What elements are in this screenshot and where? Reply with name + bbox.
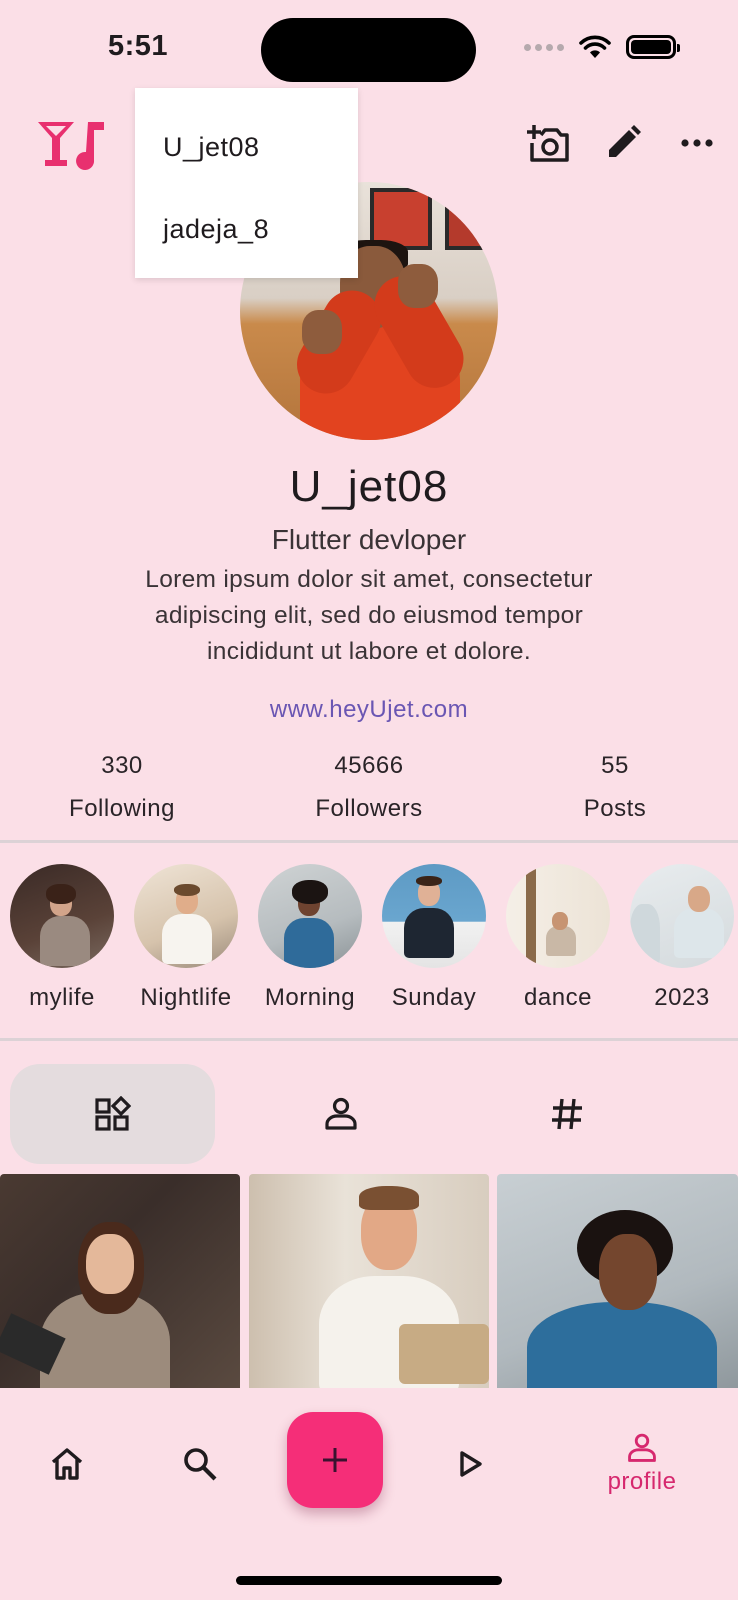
- home-icon: [51, 1448, 83, 1480]
- profile-title: Flutter devloper: [271, 524, 467, 555]
- person-tag-icon: [324, 1097, 357, 1130]
- account-option[interactable]: U_jet08: [135, 106, 358, 188]
- tab-hashtags[interactable]: [464, 1064, 669, 1164]
- highlight-label: Nightlife: [140, 984, 232, 1011]
- highlight-item[interactable]: Nightlife: [124, 864, 248, 1012]
- account-option[interactable]: jadeja_8: [135, 188, 358, 270]
- highlight-label: dance: [524, 984, 592, 1011]
- highlight-label: Sunday: [391, 984, 477, 1011]
- nav-profile-label: profile: [607, 1468, 677, 1495]
- stat-posts[interactable]: 55 Posts: [515, 752, 715, 823]
- highlight-label: mylife: [29, 984, 95, 1011]
- highlight-item[interactable]: Sunday: [372, 864, 496, 1012]
- dynamic-island: [261, 18, 476, 82]
- profile-bio: Lorem ipsum dolor sit amet, consectetur …: [145, 566, 593, 665]
- highlight-label: Morning: [264, 984, 356, 1011]
- stat-value: 45666: [334, 752, 404, 779]
- tab-tagged[interactable]: [238, 1064, 443, 1164]
- post-thumbnail[interactable]: [249, 1174, 489, 1388]
- highlight-item[interactable]: dance: [496, 864, 620, 1012]
- app-bar-actions: [524, 118, 722, 168]
- post-thumbnail[interactable]: [0, 1174, 240, 1388]
- divider: [0, 1038, 738, 1041]
- stat-following[interactable]: 330 Following: [22, 752, 222, 823]
- stat-label: Following: [69, 795, 175, 822]
- stat-value: 55: [601, 752, 629, 779]
- stat-label: Followers: [315, 795, 423, 822]
- highlight-item[interactable]: mylife: [0, 864, 124, 1012]
- post-thumbnail[interactable]: [497, 1174, 738, 1388]
- pencil-icon: [609, 125, 641, 157]
- hashtag-icon: [551, 1098, 582, 1130]
- profile-stats: 330 Following 45666 Followers 55 Posts: [0, 752, 738, 822]
- status-icons: [524, 34, 680, 60]
- tab-posts-grid[interactable]: [10, 1064, 215, 1164]
- status-time: 5:51: [108, 30, 169, 62]
- home-indicator: [236, 1576, 502, 1585]
- highlight-item[interactable]: 2023: [620, 864, 738, 1012]
- stat-value: 330: [101, 752, 143, 779]
- highlight-label: 2023: [654, 984, 710, 1011]
- battery-icon: [626, 35, 680, 59]
- edit-profile-button[interactable]: [598, 118, 648, 168]
- highlight-item[interactable]: Morning: [248, 864, 372, 1012]
- add-icon: [323, 1448, 347, 1472]
- profile-name: U_jet08: [289, 462, 449, 511]
- bottom-navigation: profile: [0, 1388, 738, 1600]
- add-camera-icon: [527, 125, 569, 162]
- wifi-icon: [579, 35, 611, 58]
- profile-icon: [628, 1433, 656, 1462]
- stat-label: Posts: [583, 795, 647, 822]
- status-bar: 5:51: [0, 0, 738, 96]
- stat-followers[interactable]: 45666 Followers: [269, 752, 469, 823]
- content-tabs: [0, 1064, 738, 1164]
- app-bar: [0, 106, 738, 176]
- signal-icon: [524, 43, 564, 51]
- nav-home[interactable]: [22, 1424, 112, 1504]
- nav-profile[interactable]: profile: [592, 1424, 692, 1504]
- search-icon: [184, 1448, 217, 1481]
- story-highlights: mylife Nightlife Morning Sunday dance 20…: [0, 864, 738, 1014]
- nav-reels[interactable]: [426, 1424, 516, 1504]
- posts-grid: [0, 1174, 738, 1388]
- more-options-button[interactable]: [672, 118, 722, 168]
- divider: [0, 840, 738, 843]
- account-switcher-menu: U_jet08 jadeja_8: [135, 88, 358, 278]
- profile-website-link[interactable]: www.heyUjet.com: [0, 696, 738, 724]
- play-icon: [460, 1451, 482, 1477]
- app-logo-icon: [36, 116, 106, 177]
- more-horizontal-icon: [681, 139, 713, 147]
- grid-shapes-icon: [94, 1096, 131, 1131]
- add-photo-button[interactable]: [524, 118, 574, 168]
- create-post-button[interactable]: [287, 1412, 383, 1508]
- nav-search[interactable]: [155, 1424, 245, 1504]
